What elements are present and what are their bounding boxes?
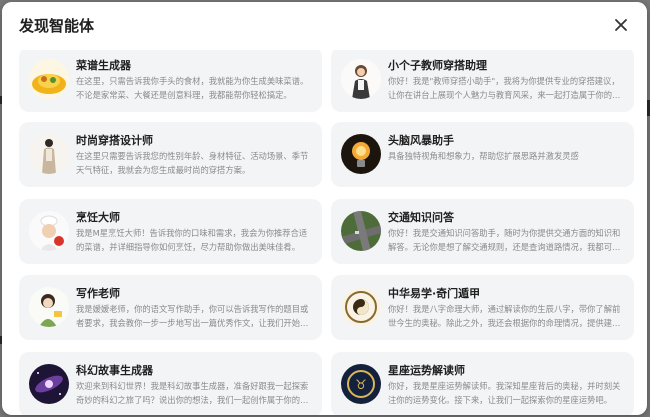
agent-description: 你好！我是八字命理大师，通过解读你的生辰八字，带你了解前世今生的奥秘。除此之外，…: [388, 304, 621, 328]
traffic-icon: [341, 211, 381, 251]
agent-name: 中华易学·奇门遁甲: [388, 287, 481, 300]
modal-title: 发现智能体: [19, 17, 95, 35]
agent-name: 头脑风暴助手: [388, 134, 454, 147]
agent-description: 你好，我是星座运势解读师。我深知星座背后的奥秘，并时刻关注你的运势变化。接下来，…: [388, 381, 621, 405]
agent-card-recipe-generator[interactable]: 菜谱生成器 在这里，只需告诉我你手头的食材，我就能为你生成美味菜谱。不论是家常菜…: [19, 47, 322, 112]
agent-name: 烹饪大师: [76, 211, 120, 224]
agent-name: 小个子教师穿搭助理: [388, 59, 487, 72]
fashion-icon: [29, 134, 69, 174]
agent-card-traffic-qa[interactable]: 交通知识问答 你好！我是交通知识问答助手，随时为你提供交通方面的知识和解答。无论…: [331, 199, 634, 264]
agent-list[interactable]: 菜谱生成器 在这里，只需告诉我你手头的食材，我就能为你生成美味菜谱。不论是家常菜…: [19, 2, 634, 415]
agent-card-qimen[interactable]: 中华易学·奇门遁甲 你好！我是八字命理大师，通过解读你的生辰八字，带你了解前世今…: [331, 275, 634, 340]
agent-name: 交通知识问答: [388, 211, 454, 224]
agent-name: 时尚穿搭设计师: [76, 134, 153, 147]
agent-card-cooking-master[interactable]: 烹饪大师 我是M星烹饪大师！告诉我你的口味和需求，我会为你推荐合适的菜谱，并详细…: [19, 199, 322, 264]
agent-card-brainstorm[interactable]: 头脑风暴助手 具备独特视角和想象力，帮助您扩展思路并激发灵感: [331, 122, 634, 187]
modal-header: 发现智能体: [2, 2, 647, 50]
writing-teacher-icon: [29, 287, 69, 327]
agent-description: 你好！我是"教师穿搭小助手"，我将为你提供专业的穿搭建议，让你在讲台上展现个人魅…: [388, 76, 621, 100]
close-button[interactable]: [609, 13, 633, 37]
galaxy-icon: [29, 364, 69, 404]
agent-card-teacher-outfit[interactable]: 小个子教师穿搭助理 你好！我是"教师穿搭小助手"，我将为你提供专业的穿搭建议，让…: [331, 47, 634, 112]
teacher-outfit-icon: [341, 59, 381, 99]
agent-card-writing-teacher[interactable]: 写作老师 我是嫒嫒老师，你的语文写作助手，你可以告诉我写作的题目或者要求，我会教…: [19, 275, 322, 340]
agent-description: 在这里，只需告诉我你手头的食材，我就能为你生成美味菜谱。不论是家常菜、大餐还是创…: [76, 76, 309, 100]
agent-description: 你好！我是交通知识问答助手，随时为你提供交通方面的知识和解答。无论你是想了解交通…: [388, 228, 621, 252]
bagua-icon: [341, 287, 381, 327]
agent-description: 我是嫒嫒老师，你的语文写作助手，你可以告诉我写作的题目或者要求，我会教你一步一步…: [76, 304, 309, 328]
chef-icon: [29, 211, 69, 251]
agent-card-horoscope[interactable]: ♉ 星座运势解读师 你好，我是星座运势解读师。我深知星座背后的奥秘，并时刻关注你…: [331, 352, 634, 415]
agent-card-fashion-designer[interactable]: 时尚穿搭设计师 在这里只需要告诉我您的性别年龄、身材特征、活动场景、季节天气特征…: [19, 122, 322, 187]
zodiac-icon: ♉: [341, 364, 381, 404]
discover-agents-modal: 菜谱生成器 在这里，只需告诉我你手头的食材，我就能为你生成美味菜谱。不论是家常菜…: [2, 2, 647, 415]
lightbulb-icon: [341, 134, 381, 174]
svg-text:♉: ♉: [355, 378, 367, 393]
close-icon: [615, 19, 627, 31]
agent-description: 欢迎来到科幻世界！我是科幻故事生成器，准备好跟我一起探索奇妙的科幻之旅了吗？说出…: [76, 381, 309, 405]
dish-icon: [29, 59, 69, 99]
agent-name: 写作老师: [76, 287, 120, 300]
agent-name: 菜谱生成器: [76, 59, 131, 72]
agent-card-scifi-story[interactable]: 科幻故事生成器 欢迎来到科幻世界！我是科幻故事生成器，准备好跟我一起探索奇妙的科…: [19, 352, 322, 415]
agent-description: 具备独特视角和想象力，帮助您扩展思路并激发灵感: [388, 151, 579, 161]
agent-description: 我是M星烹饪大师！告诉我你的口味和需求，我会为你推荐合适的菜谱，并详细指导你如何…: [76, 228, 308, 252]
agent-name: 科幻故事生成器: [76, 364, 153, 377]
agent-name: 星座运势解读师: [388, 364, 465, 377]
agent-description: 在这里只需要告诉我您的性别年龄、身材特征、活动场景、季节天气特征，我就会为您生成…: [76, 151, 309, 175]
